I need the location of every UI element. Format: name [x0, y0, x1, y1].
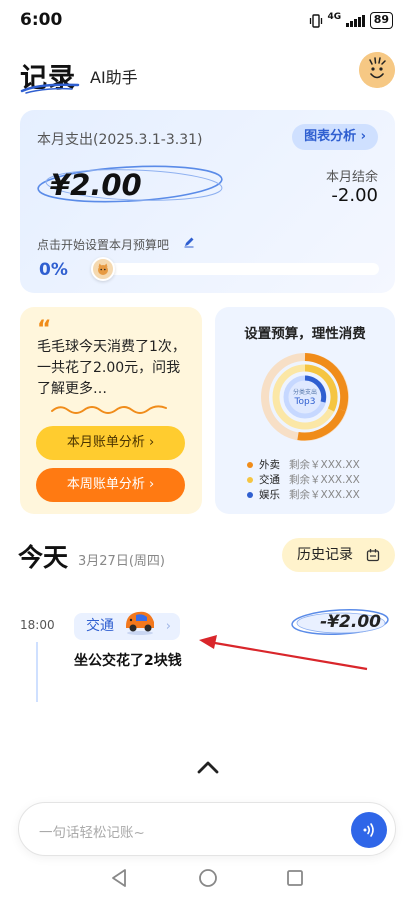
legend-item: 娱乐 剩余￥XXX.XX — [247, 487, 360, 502]
recent-apps-icon[interactable] — [286, 869, 304, 887]
legend-name: 娱乐 — [259, 489, 280, 501]
legend-name: 交通 — [259, 474, 280, 486]
legend-remaining: 剩余￥XXX.XX — [289, 489, 360, 501]
summary-title: 本月支出(2025.3.1-3.31) — [37, 132, 203, 148]
tab-underline-icon — [20, 83, 80, 94]
input-placeholder: 一句话轻松记账~ — [39, 825, 145, 841]
network-label: 4G — [327, 11, 342, 22]
donut-center-label: Top3 — [294, 397, 316, 407]
monthly-bill-analysis-button[interactable]: 本月账单分析 › — [36, 426, 185, 460]
legend-item: 外卖 剩余￥XXX.XX — [247, 457, 360, 472]
pencil-icon[interactable] — [183, 236, 195, 248]
transaction-amount: -¥2.00 — [320, 612, 381, 632]
system-nav-bar — [0, 862, 415, 900]
category-donut-chart: 分类支出 Top3 — [261, 353, 349, 441]
home-icon[interactable] — [198, 868, 218, 888]
tab-ai-assistant[interactable]: AI助手 — [90, 64, 138, 88]
voice-icon — [363, 823, 374, 837]
avatar[interactable] — [359, 52, 395, 88]
legend-item: 交通 剩余￥XXX.XX — [247, 472, 360, 487]
legend-dot — [247, 461, 253, 468]
budget-legend: 外卖 剩余￥XXX.XX 交通 剩余￥XXX.XX 娱乐 剩余￥XXX.XX — [247, 457, 360, 502]
budget-card[interactable]: 设置预算，理性消费 分类支出 Top3 外卖 剩余￥XXX.XX 交通 剩余￥X… — [215, 307, 395, 514]
legend-dot — [247, 491, 253, 498]
balance-label: 本月结余 — [325, 170, 378, 185]
status-time: 6:00 — [20, 10, 63, 30]
budget-percent: 0% — [39, 260, 68, 280]
transaction-category-tag[interactable]: 交通 › — [74, 611, 180, 640]
legend-remaining: 剩余￥XXX.XX — [289, 474, 360, 486]
red-arrow-annotation — [199, 635, 368, 671]
voice-input-button[interactable] — [351, 812, 387, 848]
vibrate-icon — [309, 13, 322, 28]
signal-icon — [346, 14, 365, 27]
today-heading: 今天 — [18, 543, 69, 572]
history-button-label: 历史记录 — [297, 547, 353, 563]
quick-entry-input[interactable]: 一句话轻松记账~ — [18, 802, 396, 856]
calendar-icon — [366, 549, 380, 562]
header: 记录 AI助手 — [0, 48, 415, 98]
monthly-summary-card: 本月支出(2025.3.1-3.31) 图表分析 › ¥2.00 本月结余 -2… — [20, 110, 395, 293]
squiggle-decoration — [51, 405, 167, 414]
today-date: 3月27日(周四) — [78, 554, 165, 569]
app-screen: 6:00 4G 89 记录 AI助手 本月支出(2025.3.1-3.31) 图… — [0, 0, 415, 900]
history-button[interactable]: 历史记录 — [282, 538, 395, 572]
assistant-message-card: “ 毛毛球今天消费了1次，一共花了2.00元，问我了解更多… 本月账单分析 › … — [20, 307, 202, 514]
progress-knob[interactable] — [91, 257, 115, 281]
weekly-bill-analysis-button[interactable]: 本周账单分析 › — [36, 468, 185, 502]
transaction-category: 交通 — [86, 618, 114, 634]
back-icon[interactable] — [110, 868, 128, 888]
balance-value: -2.00 — [331, 185, 378, 206]
assistant-message[interactable]: 毛毛球今天消费了1次，一共花了2.00元，问我了解更多… — [37, 337, 192, 400]
chart-analysis-button[interactable]: 图表分析 › — [292, 124, 378, 150]
battery-indicator: 89 — [369, 12, 393, 29]
chevron-up-icon[interactable] — [196, 759, 220, 775]
status-bar: 6:00 4G 89 — [0, 0, 415, 40]
monthly-expense-amount: ¥2.00 — [50, 168, 142, 202]
budget-progress-bar[interactable] — [92, 263, 379, 275]
legend-name: 外卖 — [259, 459, 280, 471]
transaction-time: 18:00 — [20, 618, 55, 632]
budget-title: 设置预算，理性消费 — [244, 326, 366, 342]
chevron-right-icon: › — [165, 619, 171, 634]
cat-face-icon — [98, 263, 108, 275]
donut-label: 分类支出 — [293, 388, 317, 396]
budget-hint[interactable]: 点击开始设置本月预算吧 — [37, 236, 169, 253]
legend-remaining: 剩余￥XXX.XX — [289, 459, 360, 471]
status-icons: 4G 89 — [309, 12, 393, 29]
legend-dot — [247, 476, 253, 483]
timeline-line — [36, 642, 38, 702]
car-icon — [126, 611, 154, 635]
transaction-description[interactable]: 坐公交花了2块钱 — [74, 650, 182, 670]
